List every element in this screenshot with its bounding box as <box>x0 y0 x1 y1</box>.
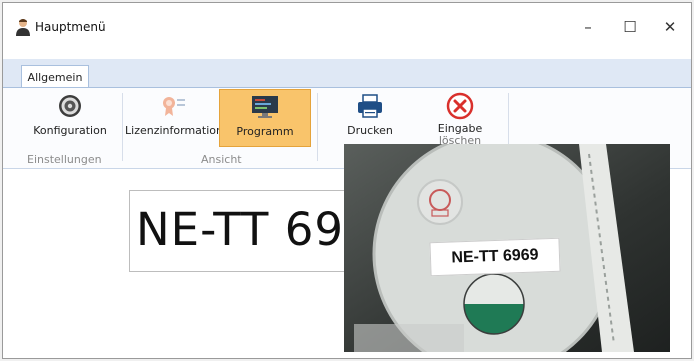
printer-icon <box>355 91 385 121</box>
minimize-button[interactable]: – <box>571 13 605 41</box>
lizenzinformation-label: Lizenzinformation <box>125 124 223 137</box>
group-label-einstellungen: Einstellungen <box>27 153 102 166</box>
konfiguration-label: Konfiguration <box>33 124 107 137</box>
programm-label: Programm <box>236 125 294 138</box>
monitor-icon <box>250 92 280 122</box>
tab-allgemein[interactable]: Allgemein <box>21 65 89 89</box>
window-title: Hauptmenü <box>35 20 106 34</box>
drucken-button[interactable]: Drucken <box>339 89 401 147</box>
gear-icon <box>55 91 85 121</box>
group-separator <box>122 93 123 161</box>
ribbon-tab-strip <box>3 59 691 87</box>
photo-plate-label: NE-TT 6969 <box>429 237 561 277</box>
user-app-icon <box>15 18 31 36</box>
group-label-ansicht: Ansicht <box>201 153 242 166</box>
plate-photo: NE-TT 6969 <box>344 144 670 352</box>
group-separator <box>317 93 318 161</box>
title-bar: Hauptmenü – ☐ ✕ <box>3 3 691 49</box>
delete-icon <box>445 91 475 121</box>
konfiguration-button[interactable]: Konfiguration <box>29 89 111 147</box>
close-button[interactable]: ✕ <box>653 13 687 41</box>
lizenzinformation-button[interactable]: Lizenzinformation <box>125 89 223 147</box>
programm-button[interactable]: Programm <box>219 89 311 147</box>
license-icon <box>159 91 189 121</box>
drucken-label: Drucken <box>347 124 393 137</box>
maximize-button[interactable]: ☐ <box>613 13 647 41</box>
eingabe-loeschen-button[interactable]: Eingabe löschen <box>425 89 495 147</box>
